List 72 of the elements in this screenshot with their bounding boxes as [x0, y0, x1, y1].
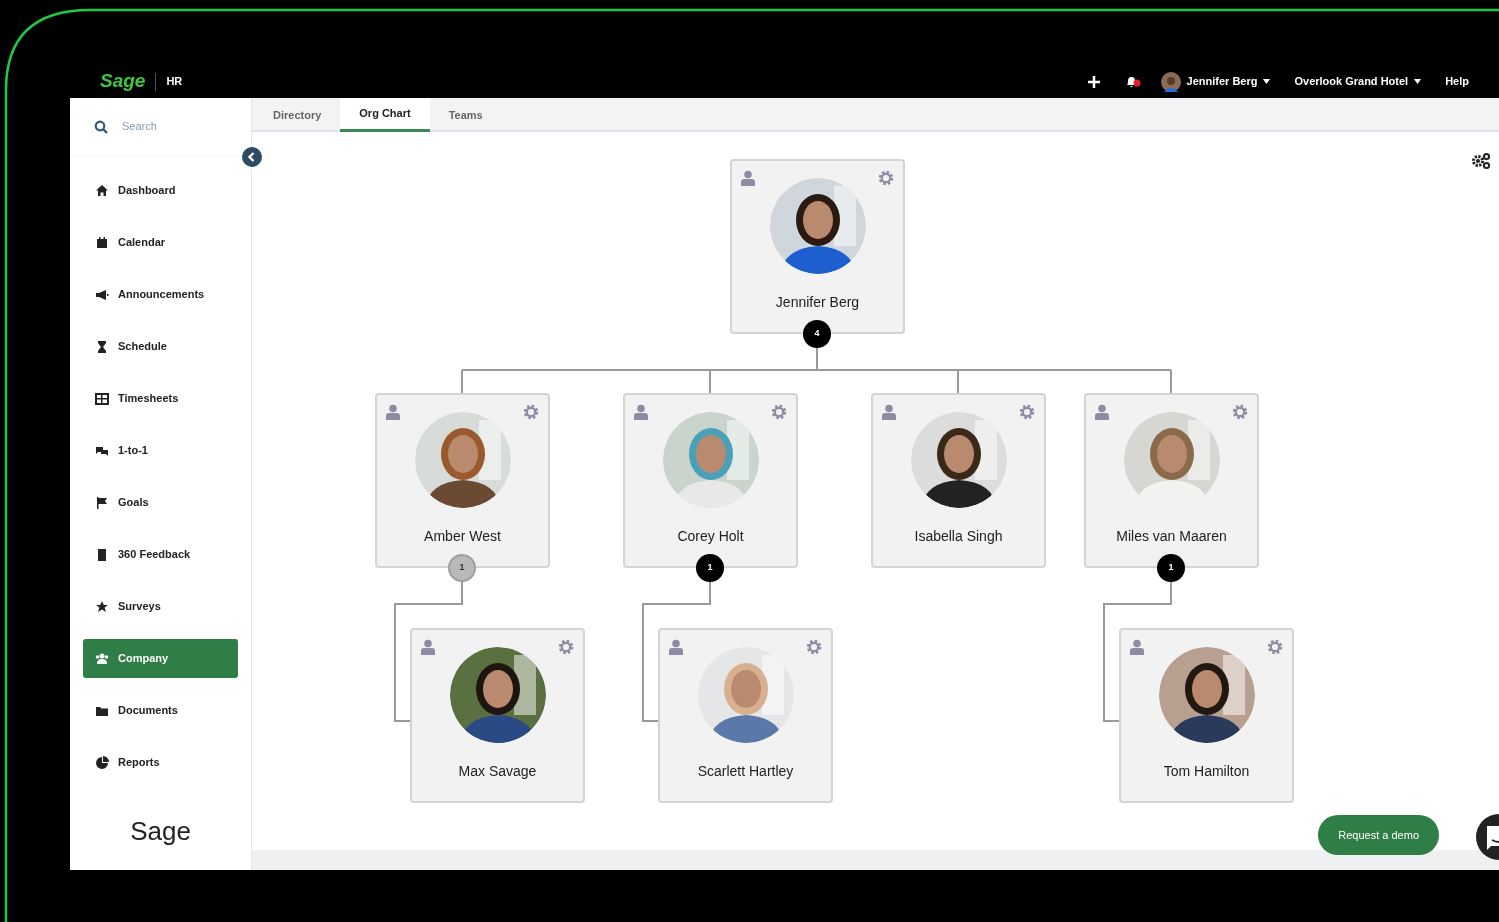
bell-icon[interactable]: [1124, 74, 1141, 89]
add-icon[interactable]: [1086, 74, 1101, 89]
nav-icon: [95, 495, 109, 510]
gear-icon[interactable]: [558, 639, 574, 655]
person-icon[interactable]: [1130, 639, 1144, 655]
person-card[interactable]: Scarlett Hartley: [658, 628, 833, 803]
person-name: Tom Hamilton: [1163, 762, 1250, 781]
nav-item[interactable]: Schedule: [83, 327, 238, 366]
nav-item[interactable]: Surveys: [83, 587, 238, 626]
gear-icon[interactable]: [771, 404, 787, 420]
person-name: Miles van Maaren: [1116, 527, 1227, 546]
person-icon[interactable]: [741, 170, 755, 186]
search-field[interactable]: Search: [122, 118, 222, 135]
report-count-badge[interactable]: 1: [1157, 554, 1185, 582]
report-count-badge[interactable]: 1: [448, 554, 476, 582]
person-icon[interactable]: [386, 404, 400, 420]
report-count-badge[interactable]: 4: [803, 320, 831, 348]
nav-item[interactable]: Company: [83, 639, 238, 678]
person-name: Amber West: [424, 527, 501, 546]
nav-icon: [95, 651, 109, 666]
gear-icon[interactable]: [1019, 404, 1035, 420]
tab[interactable]: Directory: [254, 98, 341, 132]
person-card[interactable]: Max Savage: [410, 628, 585, 803]
person-card[interactable]: Isabella Singh: [871, 393, 1046, 568]
person-icon[interactable]: [669, 639, 683, 655]
nav-item[interactable]: Announcements: [83, 275, 238, 314]
nav-icon: [95, 183, 109, 198]
nav-item[interactable]: Dashboard: [83, 171, 238, 210]
gear-icon[interactable]: [523, 404, 539, 420]
user-menu[interactable]: Jennifer Berg: [1186, 73, 1271, 90]
nav-icon: [95, 547, 109, 562]
logo[interactable]: Sage: [100, 67, 146, 96]
caret-icon: [1263, 79, 1271, 84]
person-icon[interactable]: [634, 404, 648, 420]
product-name: HR: [166, 74, 183, 90]
person-card[interactable]: Tom Hamilton: [1119, 628, 1294, 803]
company-menu[interactable]: Overlook Grand Hotel: [1294, 73, 1422, 90]
nav-icon: [95, 235, 109, 250]
person-name: Corey Holt: [677, 527, 744, 546]
gear-icon[interactable]: [1267, 639, 1283, 655]
person-name: Isabella Singh: [914, 527, 1003, 546]
nav-item[interactable]: Goals: [83, 483, 238, 522]
nav-item[interactable]: Timesheets: [83, 379, 238, 418]
person-icon[interactable]: [421, 639, 435, 655]
nav-icon: [95, 755, 109, 770]
gear-icon[interactable]: [878, 170, 894, 186]
person-icon[interactable]: [1095, 404, 1109, 420]
nav-item[interactable]: Reports: [83, 743, 238, 782]
nav-icon: [95, 287, 109, 302]
tab[interactable]: Teams: [429, 98, 502, 132]
gear-icon[interactable]: [1232, 404, 1248, 420]
gear-icon[interactable]: [806, 639, 822, 655]
report-count-badge[interactable]: 1: [696, 554, 724, 582]
nav-icon: [95, 599, 109, 614]
nav-icon: [95, 339, 109, 354]
person-name: Scarlett Hartley: [697, 762, 794, 781]
nav-item[interactable]: 360 Feedback: [83, 535, 238, 574]
search-icon: [94, 119, 108, 134]
request-demo-button[interactable]: Request a demo: [1318, 815, 1439, 855]
nav-item[interactable]: Calendar: [83, 223, 238, 262]
help-link[interactable]: Help: [1445, 73, 1469, 90]
person-name: Max Savage: [458, 762, 537, 781]
logo: Sage: [130, 815, 191, 848]
nav-item[interactable]: Documents: [83, 691, 238, 730]
person-icon[interactable]: [882, 404, 896, 420]
nav-item[interactable]: 1-to-1: [83, 431, 238, 470]
person-name: Jennifer Berg: [775, 293, 860, 312]
settings-icon[interactable]: [1471, 152, 1491, 170]
tab[interactable]: Org Chart: [340, 98, 430, 132]
nav-icon: [95, 391, 109, 406]
caret-icon: [1414, 79, 1422, 84]
collapse-button[interactable]: [242, 147, 262, 167]
